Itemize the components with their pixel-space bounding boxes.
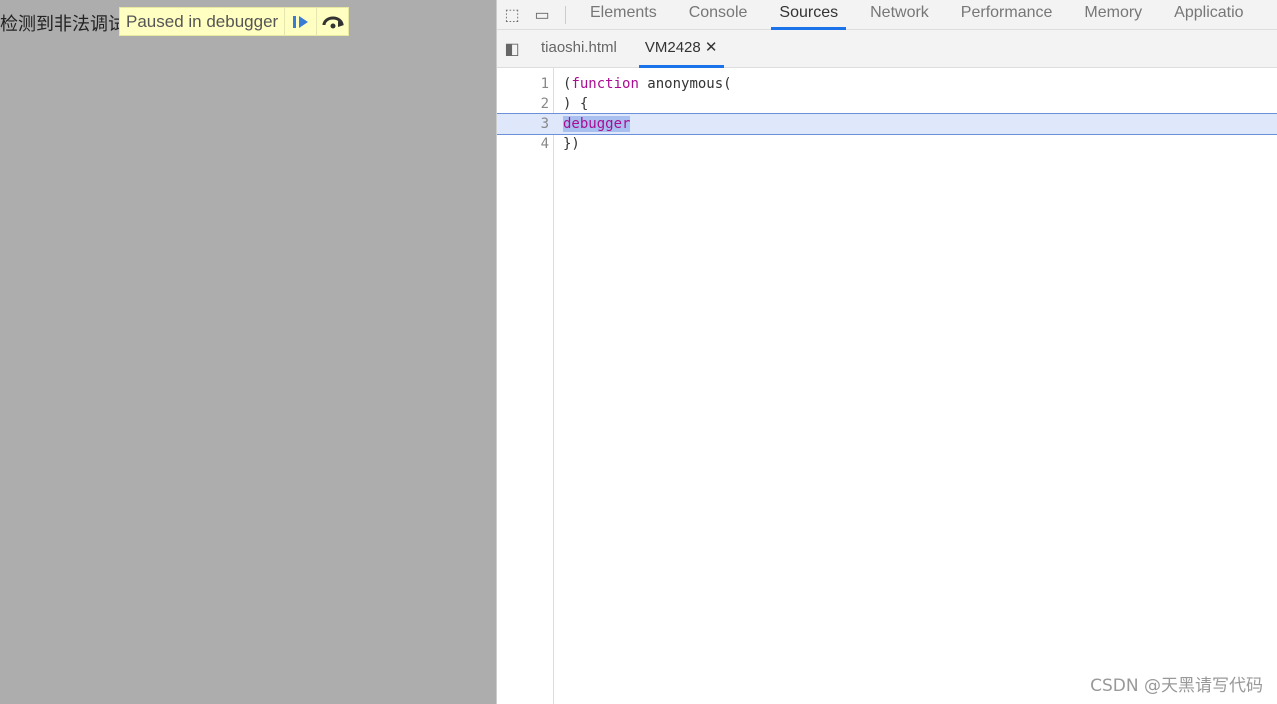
code-text: anonymous( (638, 76, 732, 92)
step-over-icon (322, 16, 344, 28)
tab-application[interactable]: Applicatio (1158, 0, 1259, 30)
file-tab-tiaoshi[interactable]: tiaoshi.html (527, 30, 631, 68)
close-icon[interactable]: ✕ (705, 39, 718, 56)
page-message: 检测到非法调试 (0, 14, 125, 35)
code-keyword: debugger (563, 116, 631, 132)
code-line-paused: 3 debugger (497, 113, 1277, 135)
line-number: 4 (540, 136, 549, 152)
tab-sources[interactable]: Sources (763, 0, 854, 30)
tab-network[interactable]: Network (854, 0, 945, 30)
tab-performance[interactable]: Performance (945, 0, 1069, 30)
devtools-toolbar: ⬚ ▭ Elements Console Sources Network Per… (497, 0, 1277, 30)
tab-elements[interactable]: Elements (574, 0, 673, 30)
tab-memory[interactable]: Memory (1068, 0, 1158, 30)
code-text: ) { (563, 96, 589, 112)
paused-message: Paused in debugger (126, 11, 279, 31)
file-tab-vm2428[interactable]: VM2428 ✕ (631, 30, 732, 68)
file-tab-label: VM2428 (644, 38, 701, 56)
code-editor[interactable]: 1 (function anonymous( 2 ) { 3 debugger 4}) (497, 68, 1277, 704)
resume-icon (292, 15, 308, 28)
devtools-panel: ⬚ ▭ Elements Console Sources Network Per… (496, 0, 1277, 704)
watermark: CSDN @天黑请写代码 (1090, 676, 1263, 696)
page-viewport: 检测到非法调试 Paused in debugger (0, 0, 496, 704)
line-number: 2 (540, 96, 549, 112)
code-line: 4}) (497, 134, 1277, 154)
paused-overlay: Paused in debugger (119, 7, 350, 36)
toggle-navigator-icon[interactable]: ◧ (497, 39, 527, 59)
line-number: 1 (540, 76, 549, 92)
device-toolbar-icon[interactable]: ▭ (527, 5, 557, 25)
code-text: }) (563, 136, 580, 152)
resume-button[interactable] (284, 7, 316, 36)
code-line: 2 ) { (497, 94, 1277, 114)
code-keyword: function (571, 76, 639, 92)
code-line: 1 (function anonymous( (497, 74, 1277, 94)
tab-console[interactable]: Console (673, 0, 764, 30)
divider (565, 5, 566, 24)
line-gutter (497, 68, 554, 704)
line-number: 3 (540, 116, 549, 132)
file-tabs: ◧ tiaoshi.html VM2428 ✕ (497, 30, 1277, 68)
inspect-element-icon[interactable]: ⬚ (497, 5, 527, 25)
step-over-button[interactable] (316, 7, 348, 36)
